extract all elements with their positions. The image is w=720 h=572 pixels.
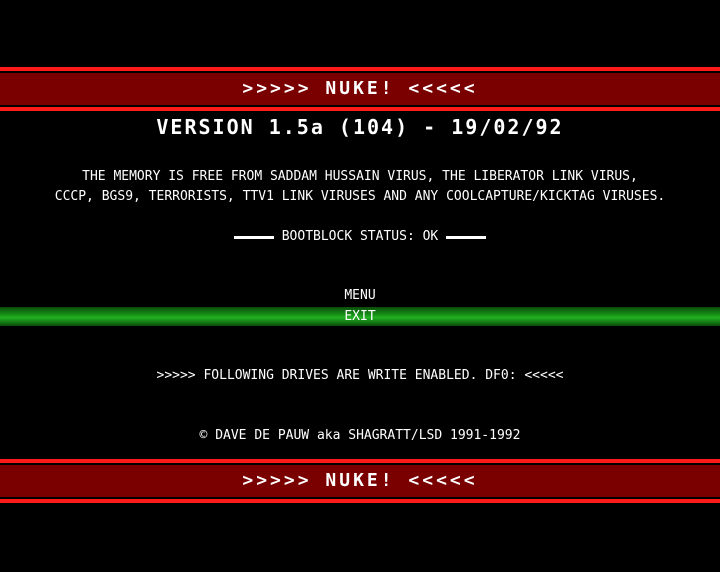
menu-label: MENU (344, 288, 376, 303)
bootblock-status-row: BOOTBLOCK STATUS: OK (0, 227, 720, 247)
menu-item-exit[interactable]: EXIT (0, 307, 720, 326)
copyright-line: © DAVE DE PAUW aka SHAGRATT/LSD 1991-199… (199, 428, 521, 443)
status-divider-left (233, 235, 274, 239)
memory-message-line-2: CCCP, BGS9, TERRORISTS, TTV1 LINK VIRUSE… (54, 189, 666, 204)
version-line: VERSION 1.5a (104) - 19/02/92 (156, 115, 564, 139)
memory-message-line-1: THE MEMORY IS FREE FROM SADDAM HUSSAIN V… (82, 169, 638, 184)
bottom-banner: >>>>> NUKE! <<<<< (0, 459, 720, 503)
bottom-banner-title: >>>>> NUKE! <<<<< (242, 470, 478, 491)
write-enabled-drives-line: >>>>> FOLLOWING DRIVES ARE WRITE ENABLED… (156, 368, 564, 383)
top-banner-title: >>>>> NUKE! <<<<< (242, 78, 478, 99)
status-divider-right (446, 235, 487, 239)
top-banner: >>>>> NUKE! <<<<< (0, 67, 720, 111)
bootblock-status-text: BOOTBLOCK STATUS: OK (281, 229, 439, 244)
